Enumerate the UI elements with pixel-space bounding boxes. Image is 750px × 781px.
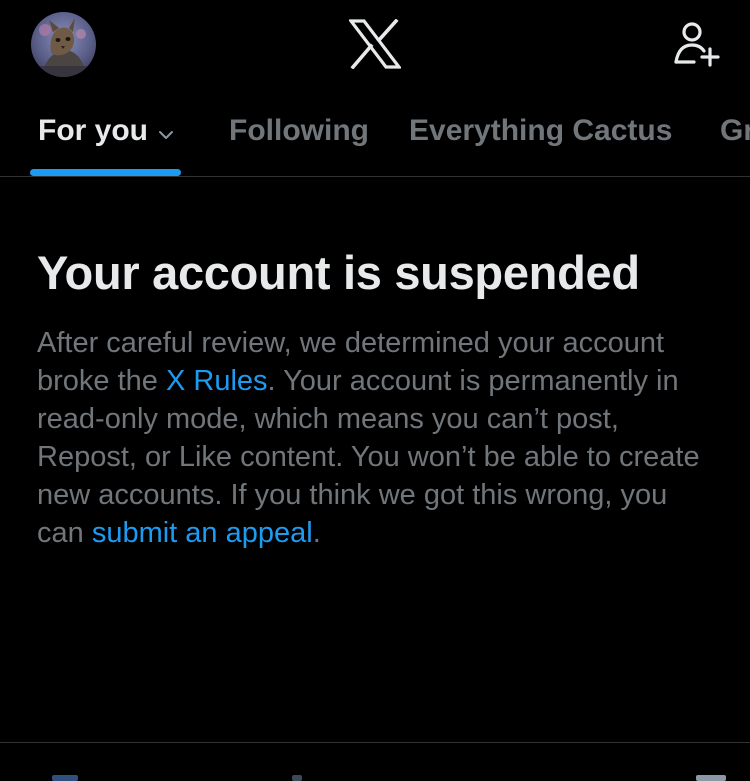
active-tab-indicator xyxy=(30,169,181,176)
submit-appeal-link[interactable]: submit an appeal xyxy=(92,517,313,549)
peek-mark xyxy=(696,775,726,781)
notice-body: After careful review, we determined your… xyxy=(37,324,717,552)
next-item-peek xyxy=(0,743,750,781)
avatar-image xyxy=(31,12,96,77)
notice-body-end: . xyxy=(312,517,321,549)
tab-partial[interactable]: Gr xyxy=(720,114,750,148)
tab-for-you[interactable]: For you xyxy=(38,114,176,148)
tab-label: For you xyxy=(38,114,148,147)
profile-avatar[interactable] xyxy=(31,12,96,77)
add-user-icon[interactable] xyxy=(672,20,722,68)
tab-label: Everything Cactus xyxy=(409,114,673,147)
tab-following[interactable]: Following xyxy=(229,114,369,148)
top-bar xyxy=(0,0,750,96)
tab-label: Following xyxy=(229,114,369,147)
peek-mark xyxy=(52,775,78,781)
timeline-tabs: For you Following Everything Cactus Gr xyxy=(0,96,750,176)
notice-title: Your account is suspended xyxy=(37,246,640,299)
peek-mark xyxy=(292,775,302,781)
tab-label: Gr xyxy=(720,114,750,147)
tabs-divider xyxy=(0,176,750,177)
x-logo-icon[interactable] xyxy=(347,18,403,70)
suspension-notice: Your account is suspended After careful … xyxy=(37,240,717,552)
x-rules-link[interactable]: X Rules xyxy=(166,365,268,397)
chevron-down-icon xyxy=(156,119,176,140)
tab-everything-cactus[interactable]: Everything Cactus xyxy=(409,114,672,148)
